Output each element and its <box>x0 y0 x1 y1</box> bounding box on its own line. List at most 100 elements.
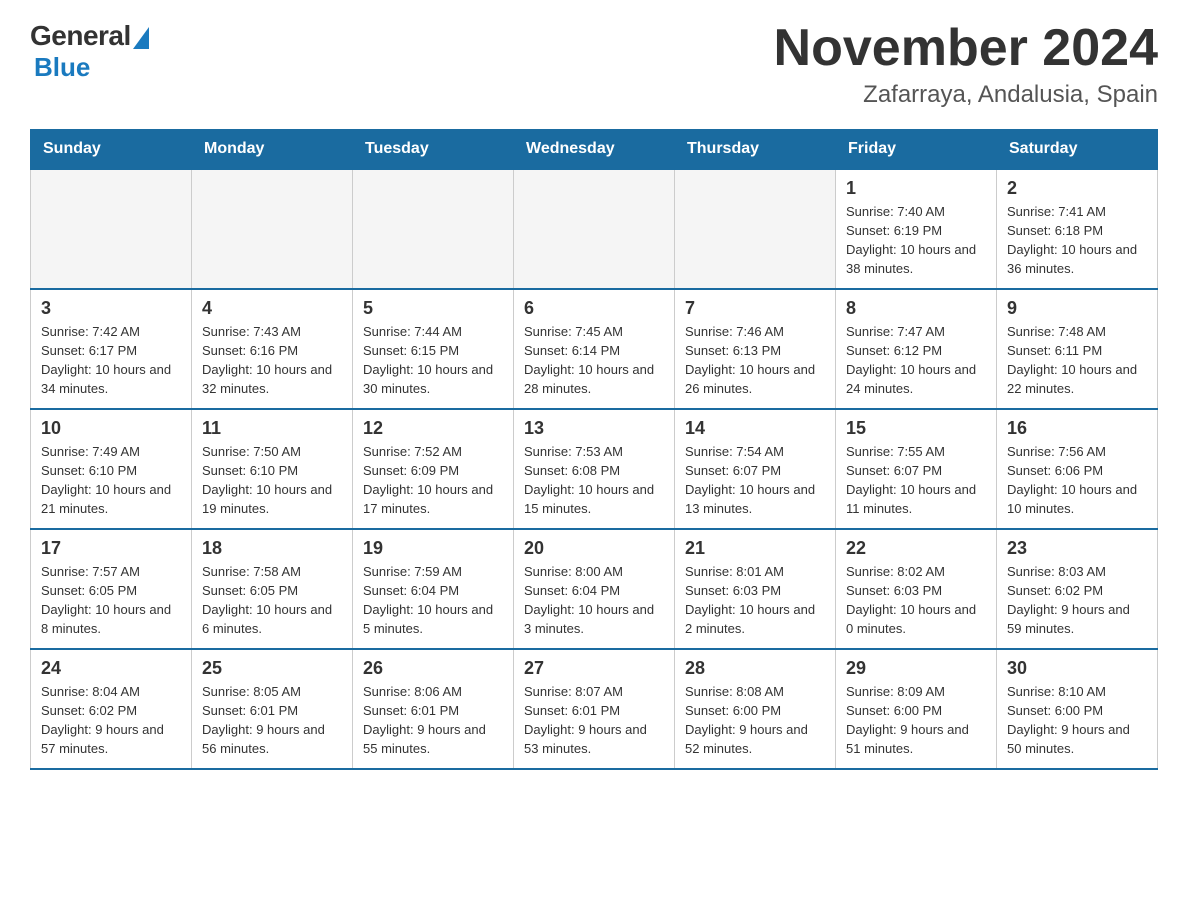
day-info: Sunrise: 7:55 AMSunset: 6:07 PMDaylight:… <box>846 444 976 516</box>
calendar-cell: 22 Sunrise: 8:02 AMSunset: 6:03 PMDayligh… <box>836 529 997 649</box>
calendar-cell: 27 Sunrise: 8:07 AMSunset: 6:01 PMDayligh… <box>514 649 675 769</box>
day-number: 13 <box>524 418 664 439</box>
day-info: Sunrise: 7:46 AMSunset: 6:13 PMDaylight:… <box>685 324 815 396</box>
calendar-cell: 5 Sunrise: 7:44 AMSunset: 6:15 PMDaylight… <box>353 289 514 409</box>
calendar-cell: 6 Sunrise: 7:45 AMSunset: 6:14 PMDaylight… <box>514 289 675 409</box>
calendar-cell <box>514 169 675 289</box>
calendar-cell: 30Sunrise: 8:10 AMSunset: 6:00 PMDayligh… <box>997 649 1158 769</box>
day-number: 6 <box>524 298 664 319</box>
calendar-cell: 21 Sunrise: 8:01 AMSunset: 6:03 PMDayligh… <box>675 529 836 649</box>
day-number: 1 <box>846 178 986 199</box>
calendar-cell: 28 Sunrise: 8:08 AMSunset: 6:00 PMDayligh… <box>675 649 836 769</box>
day-number: 5 <box>363 298 503 319</box>
logo: General Blue <box>30 20 149 83</box>
day-info: Sunrise: 7:44 AMSunset: 6:15 PMDaylight:… <box>363 324 493 396</box>
day-number: 21 <box>685 538 825 559</box>
title-block: November 2024 Zafarraya, Andalusia, Spai… <box>774 20 1158 109</box>
day-number: 24 <box>41 658 181 679</box>
day-info: Sunrise: 7:53 AMSunset: 6:08 PMDaylight:… <box>524 444 654 516</box>
day-number: 9 <box>1007 298 1147 319</box>
calendar-cell: 15 Sunrise: 7:55 AMSunset: 6:07 PMDayligh… <box>836 409 997 529</box>
calendar-cell <box>31 169 192 289</box>
week-row: 24Sunrise: 8:04 AMSunset: 6:02 PMDayligh… <box>31 649 1158 769</box>
day-info: Sunrise: 7:52 AMSunset: 6:09 PMDaylight:… <box>363 444 493 516</box>
day-number: 20 <box>524 538 664 559</box>
logo-blue-text: Blue <box>34 52 90 83</box>
day-info: Sunrise: 8:08 AMSunset: 6:00 PMDaylight:… <box>685 684 808 756</box>
day-info: Sunrise: 7:57 AMSunset: 6:05 PMDaylight:… <box>41 564 171 636</box>
day-number: 25 <box>202 658 342 679</box>
day-number: 16 <box>1007 418 1147 439</box>
calendar-cell: 25 Sunrise: 8:05 AMSunset: 6:01 PMDayligh… <box>192 649 353 769</box>
calendar-cell: 9 Sunrise: 7:48 AMSunset: 6:11 PMDaylight… <box>997 289 1158 409</box>
day-info: Sunrise: 7:43 AMSunset: 6:16 PMDaylight:… <box>202 324 332 396</box>
calendar-title: November 2024 <box>774 20 1158 77</box>
calendar-cell: 29Sunrise: 8:09 AMSunset: 6:00 PMDayligh… <box>836 649 997 769</box>
week-row: 1 Sunrise: 7:40 AMSunset: 6:19 PMDaylight… <box>31 169 1158 289</box>
calendar-cell: 8Sunrise: 7:47 AMSunset: 6:12 PMDaylight… <box>836 289 997 409</box>
calendar-table: SundayMondayTuesdayWednesdayThursdayFrid… <box>30 129 1158 770</box>
day-of-week-header: Monday <box>192 130 353 170</box>
day-number: 26 <box>363 658 503 679</box>
day-number: 30 <box>1007 658 1147 679</box>
day-of-week-header: Sunday <box>31 130 192 170</box>
calendar-cell: 2 Sunrise: 7:41 AMSunset: 6:18 PMDaylight… <box>997 169 1158 289</box>
week-row: 17 Sunrise: 7:57 AMSunset: 6:05 PMDayligh… <box>31 529 1158 649</box>
day-info: Sunrise: 7:59 AMSunset: 6:04 PMDaylight:… <box>363 564 493 636</box>
calendar-cell: 20 Sunrise: 8:00 AMSunset: 6:04 PMDayligh… <box>514 529 675 649</box>
day-number: 19 <box>363 538 503 559</box>
day-info: Sunrise: 7:54 AMSunset: 6:07 PMDaylight:… <box>685 444 815 516</box>
calendar-subtitle: Zafarraya, Andalusia, Spain <box>774 81 1158 109</box>
day-number: 22 <box>846 538 986 559</box>
day-number: 27 <box>524 658 664 679</box>
day-number: 10 <box>41 418 181 439</box>
day-of-week-header: Thursday <box>675 130 836 170</box>
calendar-cell: 11Sunrise: 7:50 AMSunset: 6:10 PMDayligh… <box>192 409 353 529</box>
day-of-week-header: Wednesday <box>514 130 675 170</box>
logo-triangle-icon <box>133 27 149 49</box>
calendar-cell: 18Sunrise: 7:58 AMSunset: 6:05 PMDayligh… <box>192 529 353 649</box>
calendar-cell <box>675 169 836 289</box>
calendar-cell: 12 Sunrise: 7:52 AMSunset: 6:09 PMDayligh… <box>353 409 514 529</box>
page-header: General Blue November 2024 Zafarraya, An… <box>30 20 1158 109</box>
calendar-cell: 23 Sunrise: 8:03 AMSunset: 6:02 PMDayligh… <box>997 529 1158 649</box>
day-info: Sunrise: 7:50 AMSunset: 6:10 PMDaylight:… <box>202 444 332 516</box>
calendar-cell: 10 Sunrise: 7:49 AMSunset: 6:10 PMDayligh… <box>31 409 192 529</box>
day-info: Sunrise: 7:41 AMSunset: 6:18 PMDaylight:… <box>1007 204 1137 276</box>
calendar-cell <box>353 169 514 289</box>
calendar-cell: 13 Sunrise: 7:53 AMSunset: 6:08 PMDayligh… <box>514 409 675 529</box>
day-of-week-header: Tuesday <box>353 130 514 170</box>
calendar-cell: 24Sunrise: 8:04 AMSunset: 6:02 PMDayligh… <box>31 649 192 769</box>
day-info: Sunrise: 7:48 AMSunset: 6:11 PMDaylight:… <box>1007 324 1137 396</box>
day-info: Sunrise: 8:01 AMSunset: 6:03 PMDaylight:… <box>685 564 815 636</box>
day-info: Sunrise: 8:09 AMSunset: 6:00 PMDaylight:… <box>846 684 969 756</box>
day-number: 23 <box>1007 538 1147 559</box>
day-info: Sunrise: 7:49 AMSunset: 6:10 PMDaylight:… <box>41 444 171 516</box>
logo-general-text: General <box>30 20 131 52</box>
day-number: 8 <box>846 298 986 319</box>
day-number: 14 <box>685 418 825 439</box>
calendar-cell: 7 Sunrise: 7:46 AMSunset: 6:13 PMDaylight… <box>675 289 836 409</box>
day-of-week-header: Friday <box>836 130 997 170</box>
day-info: Sunrise: 7:45 AMSunset: 6:14 PMDaylight:… <box>524 324 654 396</box>
day-number: 17 <box>41 538 181 559</box>
day-info: Sunrise: 8:02 AMSunset: 6:03 PMDaylight:… <box>846 564 976 636</box>
calendar-cell: 17 Sunrise: 7:57 AMSunset: 6:05 PMDayligh… <box>31 529 192 649</box>
day-number: 28 <box>685 658 825 679</box>
day-info: Sunrise: 7:56 AMSunset: 6:06 PMDaylight:… <box>1007 444 1137 516</box>
calendar-cell: 16 Sunrise: 7:56 AMSunset: 6:06 PMDayligh… <box>997 409 1158 529</box>
day-info: Sunrise: 8:07 AMSunset: 6:01 PMDaylight:… <box>524 684 647 756</box>
day-number: 2 <box>1007 178 1147 199</box>
day-number: 15 <box>846 418 986 439</box>
day-info: Sunrise: 8:00 AMSunset: 6:04 PMDaylight:… <box>524 564 654 636</box>
day-info: Sunrise: 8:05 AMSunset: 6:01 PMDaylight:… <box>202 684 325 756</box>
calendar-cell: 1 Sunrise: 7:40 AMSunset: 6:19 PMDaylight… <box>836 169 997 289</box>
day-number: 12 <box>363 418 503 439</box>
day-number: 4 <box>202 298 342 319</box>
calendar-header-row: SundayMondayTuesdayWednesdayThursdayFrid… <box>31 130 1158 170</box>
day-info: Sunrise: 8:03 AMSunset: 6:02 PMDaylight:… <box>1007 564 1130 636</box>
day-number: 3 <box>41 298 181 319</box>
day-number: 7 <box>685 298 825 319</box>
day-info: Sunrise: 7:40 AMSunset: 6:19 PMDaylight:… <box>846 204 976 276</box>
calendar-cell: 3Sunrise: 7:42 AMSunset: 6:17 PMDaylight… <box>31 289 192 409</box>
